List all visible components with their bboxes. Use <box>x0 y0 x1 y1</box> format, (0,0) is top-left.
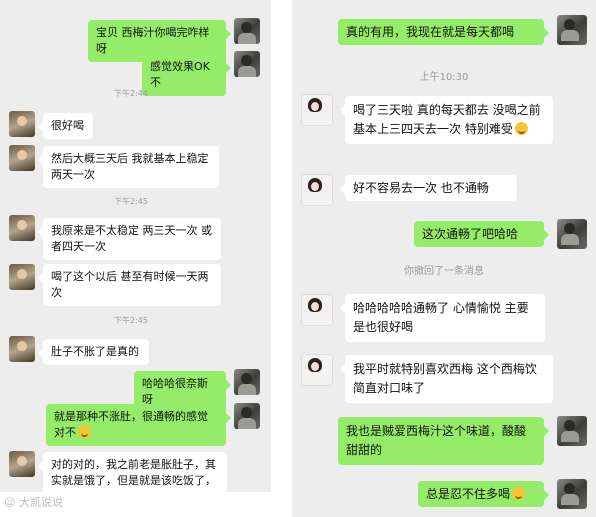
smile-emoji-icon <box>78 425 91 438</box>
friend-avatar[interactable] <box>301 294 333 326</box>
sent-message[interactable]: 就是那种不涨肚，很通畅的感觉对不 <box>46 404 231 446</box>
recall-notice: 你撤回了一条消息 <box>404 266 484 277</box>
timestamp: 上午10:30 <box>419 72 469 83</box>
screenshot-gap <box>271 0 292 517</box>
watermark-text: 大凯说说 <box>18 496 63 509</box>
sender-avatar[interactable] <box>234 18 260 44</box>
friend-avatar[interactable] <box>301 94 333 126</box>
received-message[interactable]: 然后大概三天后 我就基本上稳定两天一次 <box>38 146 219 188</box>
sent-message[interactable]: 我也是贼爱西梅汁这个味道，酸酸甜甜的 <box>338 417 549 465</box>
sender-avatar[interactable] <box>557 219 587 249</box>
timestamp: 下午2:45 <box>114 316 148 325</box>
chat-panel-left[interactable]: 宝贝 西梅汁你喝完咋样呀 感觉效果OK不 下午2:44 很好喝 然后大概三天后 … <box>0 0 271 492</box>
received-message[interactable]: 喝了这个以后 甚至有时候一天两次 <box>38 264 221 306</box>
received-message[interactable]: 很好喝 <box>38 113 93 139</box>
sweat-smile-emoji-icon <box>514 122 528 135</box>
watermark: ☺ 大凯说说 <box>4 494 63 510</box>
received-message[interactable]: 哈哈哈哈哈通畅了 心情愉悦 主要是也很好喝 <box>340 294 545 342</box>
chat-panel-right[interactable]: 真的有用，我现在就是每天都喝 上午10:30 喝了三天啦 真的每天都去 没喝之前… <box>292 0 596 517</box>
received-message[interactable]: 喝了三天啦 真的每天都去 没喝之前基本上三四天去一次 特别难受 <box>340 96 553 144</box>
received-message[interactable]: 肚子不胀了是真的 <box>38 339 149 365</box>
sent-message[interactable]: 真的有用，我现在就是每天都喝 <box>338 19 549 45</box>
timestamp: 下午2:44 <box>114 89 148 98</box>
sent-message-text: 就是那种不涨肚，很通畅的感觉对不 <box>54 410 208 439</box>
received-message[interactable]: 我平时就特别喜欢西梅 这个西梅饮简直对口味了 <box>340 355 553 403</box>
friend-avatar[interactable] <box>9 111 35 137</box>
sender-avatar[interactable] <box>557 479 587 509</box>
received-message[interactable]: 好不容易去一次 也不通畅 <box>340 175 517 201</box>
friend-avatar[interactable] <box>9 451 35 477</box>
friend-avatar[interactable] <box>9 264 35 290</box>
received-message[interactable]: 对的对的，我之前老是胀肚子，其实就是饿了，但是就是该吃饭了， <box>38 452 227 492</box>
friend-avatar[interactable] <box>9 336 35 362</box>
friend-avatar[interactable] <box>9 215 35 241</box>
weibo-icon: ☺ <box>4 496 16 509</box>
sent-message-text: 总是忍不住多喝 <box>426 487 511 501</box>
sent-message[interactable]: 总是忍不住多喝 <box>418 481 549 507</box>
laughing-emoji-icon <box>512 487 526 500</box>
sender-avatar[interactable] <box>234 403 260 429</box>
sender-avatar[interactable] <box>234 369 260 395</box>
friend-avatar[interactable] <box>301 354 333 386</box>
received-message-text: 喝了三天啦 真的每天都去 没喝之前基本上三四天去一次 特别难受 <box>353 103 541 136</box>
received-message[interactable]: 我原来是不太稳定 两三天一次 或者四天一次 <box>38 218 221 260</box>
sender-avatar[interactable] <box>234 51 260 77</box>
friend-avatar[interactable] <box>301 174 333 206</box>
sender-avatar[interactable] <box>557 15 587 45</box>
sent-message[interactable]: 这次通畅了吧哈哈 <box>414 221 549 247</box>
sender-avatar[interactable] <box>557 416 587 446</box>
timestamp: 下午2:45 <box>114 197 148 206</box>
friend-avatar[interactable] <box>9 145 35 171</box>
